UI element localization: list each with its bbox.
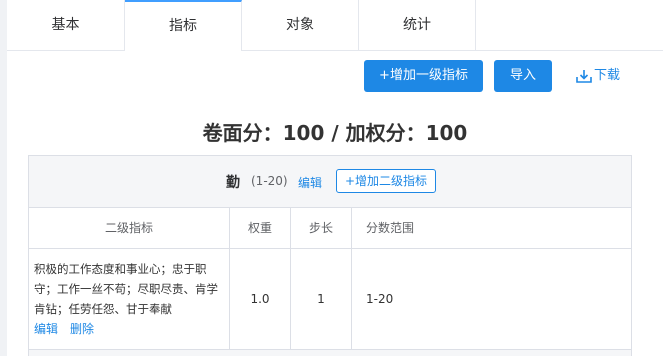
download-label: 下载	[594, 68, 621, 83]
column-header-weight: 权重	[230, 208, 291, 248]
tab-objects[interactable]: 对象	[242, 0, 359, 50]
indicator-description: 积极的工作态度和事业心；忠于职守；工作一丝不苟；尽职尽责、肯学肯钻；任劳任怨、甘…	[34, 262, 218, 316]
indicator-table: 勤 (1-20) 编辑 +增加二级指标 二级指标 权重 步长 分数范围 积极的工…	[28, 155, 632, 356]
first-level-name: 勤	[226, 175, 240, 191]
tab-basic[interactable]: 基本	[7, 0, 125, 50]
score-range-cell: 1-20	[366, 292, 394, 306]
tab-statistics[interactable]: 统计	[359, 0, 476, 50]
indicator-panel: 基本 指标 对象 统计 +增加一级指标 导入 下载 卷面分：100 / 加权分：…	[7, 0, 663, 356]
column-header-score-range: 分数范围	[366, 221, 415, 235]
table-row: 积极的工作态度和事业心；忠于职守；工作一丝不苟；尽职尽责、肯学肯钻；任劳任怨、甘…	[29, 249, 631, 350]
edit-first-level-link[interactable]: 编辑	[298, 174, 322, 191]
delete-row-link[interactable]: 删除	[70, 322, 94, 336]
tab-bar: 基本 指标 对象 统计	[7, 0, 663, 51]
column-header-step: 步长	[291, 208, 352, 248]
table-footer	[29, 350, 631, 356]
table-header-row: 二级指标 权重 步长 分数范围	[29, 208, 631, 249]
tab-indicators[interactable]: 指标	[125, 0, 242, 51]
column-header-indicator: 二级指标	[29, 208, 230, 248]
first-level-indicator-header: 勤 (1-20) 编辑 +增加二级指标	[29, 156, 631, 208]
first-level-range: (1-20)	[251, 174, 288, 188]
step-cell: 1	[291, 249, 352, 349]
indicator-cell: 积极的工作态度和事业心；忠于职守；工作一丝不苟；尽职尽责、肯学肯钻；任劳任怨、甘…	[29, 249, 230, 349]
download-button[interactable]: 下载	[576, 60, 620, 92]
download-icon	[576, 69, 592, 83]
row-actions: 编辑 删除	[29, 319, 229, 339]
add-second-level-button[interactable]: +增加二级指标	[336, 169, 437, 193]
score-summary: 卷面分：100 / 加权分：100	[202, 121, 468, 145]
edit-row-link[interactable]: 编辑	[34, 322, 58, 336]
add-first-level-button[interactable]: +增加一级指标	[364, 60, 483, 92]
import-button[interactable]: 导入	[494, 60, 552, 92]
weight-cell: 1.0	[230, 249, 291, 349]
